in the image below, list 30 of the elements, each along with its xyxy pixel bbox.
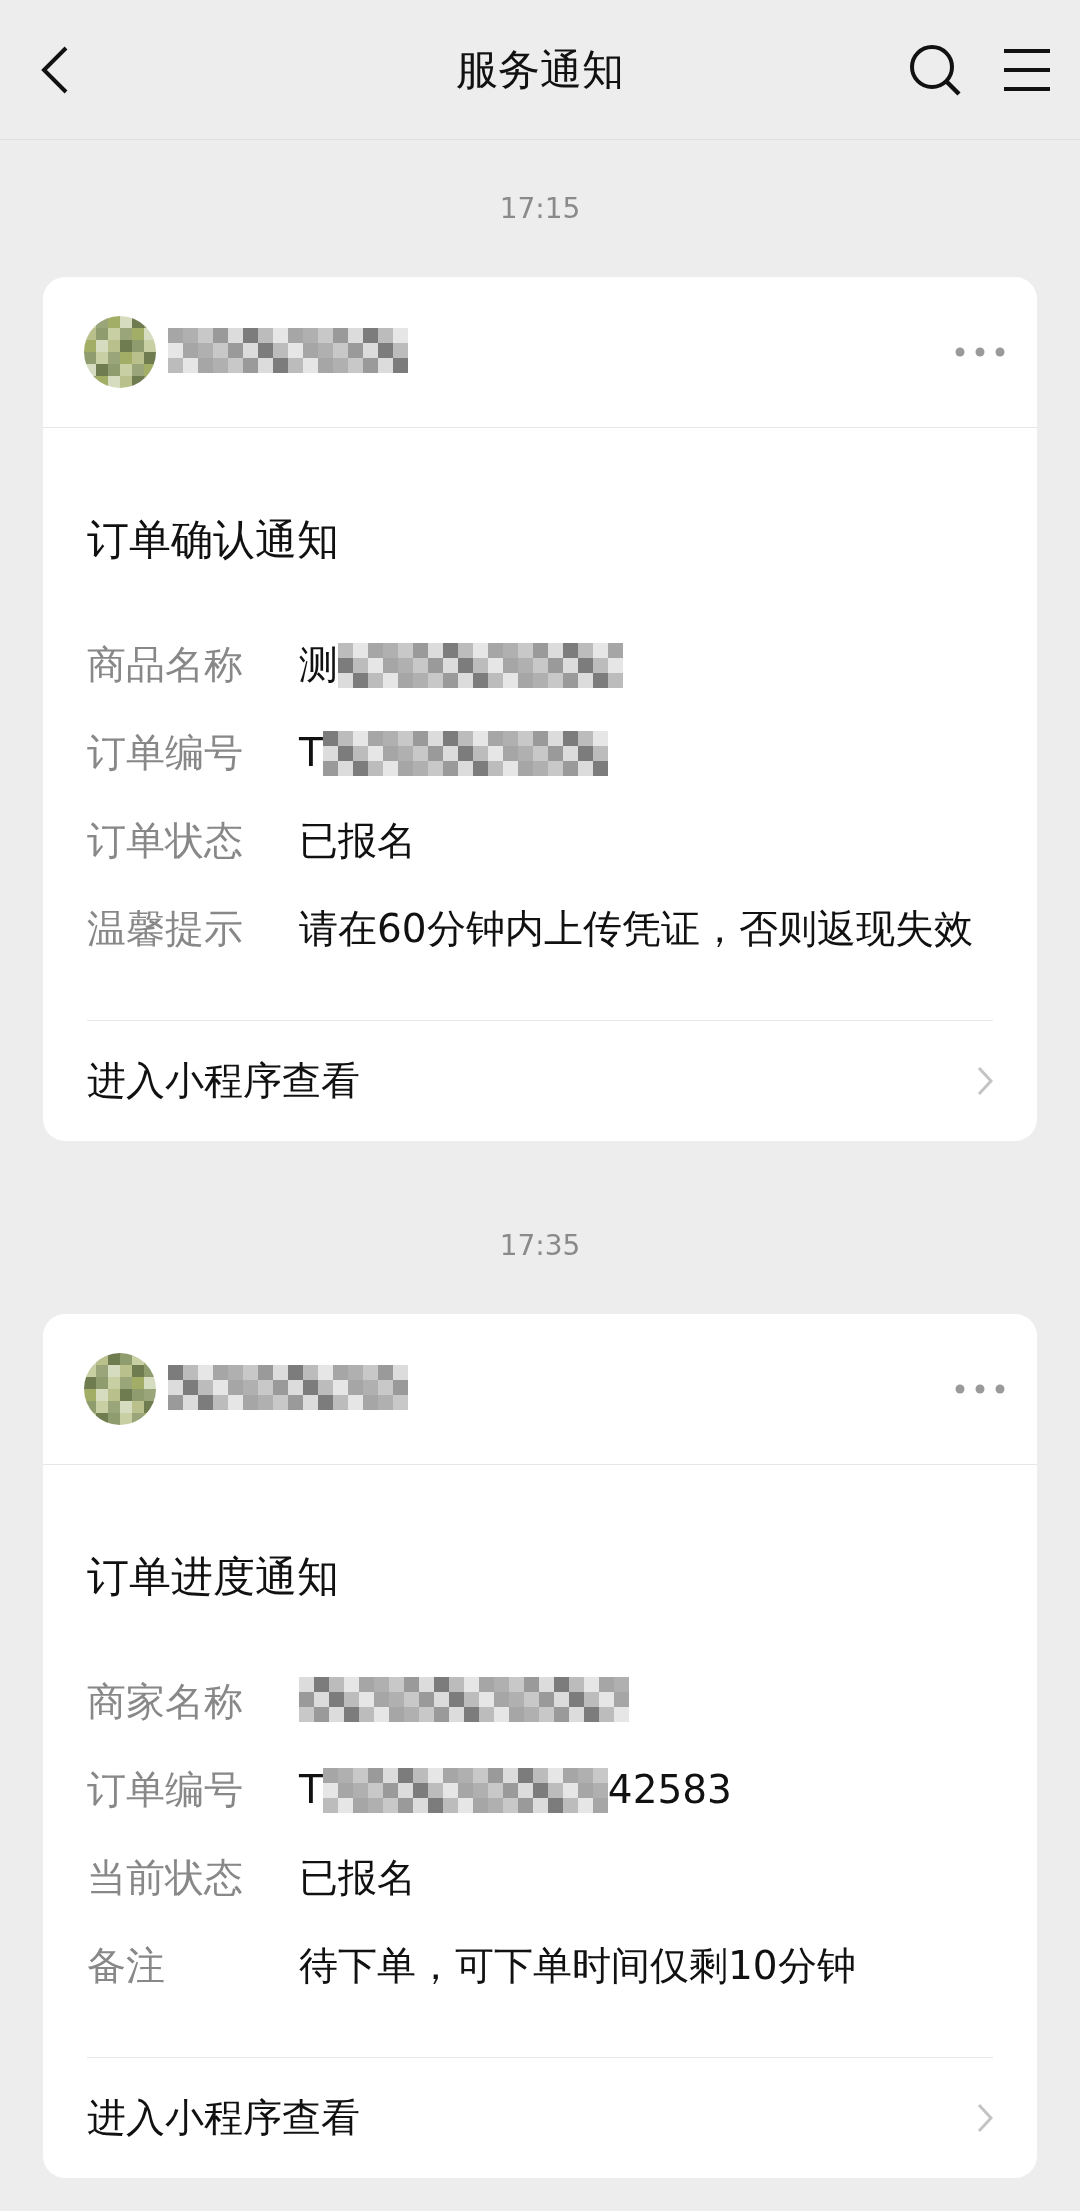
- field-label: 订单编号: [87, 729, 244, 777]
- field-label: 商家名称: [87, 1678, 244, 1726]
- field-label: 商品名称: [87, 641, 244, 689]
- field-label: 订单编号: [87, 1766, 244, 1814]
- field-label: 备注: [87, 1942, 166, 1990]
- field-value: T: [299, 729, 323, 777]
- chevron-right-icon: [977, 2103, 993, 2133]
- page-title: 服务通知: [456, 43, 624, 96]
- open-mini-program-link[interactable]: 进入小程序查看: [87, 1054, 360, 1108]
- field-label: 订单状态: [87, 817, 244, 865]
- more-icon[interactable]: [955, 347, 1005, 357]
- chevron-right-icon: [977, 1066, 993, 1096]
- more-icon[interactable]: [955, 1384, 1005, 1394]
- timestamp: 17:35: [499, 1229, 581, 1262]
- notice-title: 订单进度通知: [87, 1551, 339, 1603]
- field-value: 已报名: [299, 817, 416, 865]
- open-mini-program-link[interactable]: 进入小程序查看: [87, 2091, 360, 2145]
- search-icon[interactable]: [908, 42, 962, 97]
- back-icon[interactable]: [40, 44, 70, 95]
- notice-title: 订单确认通知: [87, 514, 339, 566]
- field-label: 温馨提示: [87, 905, 244, 953]
- field-value: T: [299, 1766, 323, 1814]
- menu-icon[interactable]: [1002, 47, 1052, 92]
- field-value: 测: [299, 641, 338, 689]
- field-value: 已报名: [299, 1854, 416, 1902]
- field-label: 当前状态: [87, 1854, 244, 1902]
- field-value: 请在60分钟内上传凭证，否则返现失效: [299, 905, 973, 953]
- field-value: 待下单，可下单时间仅剩10分钟: [299, 1942, 856, 1990]
- field-value: 42583: [607, 1766, 732, 1814]
- timestamp: 17:15: [499, 192, 581, 225]
